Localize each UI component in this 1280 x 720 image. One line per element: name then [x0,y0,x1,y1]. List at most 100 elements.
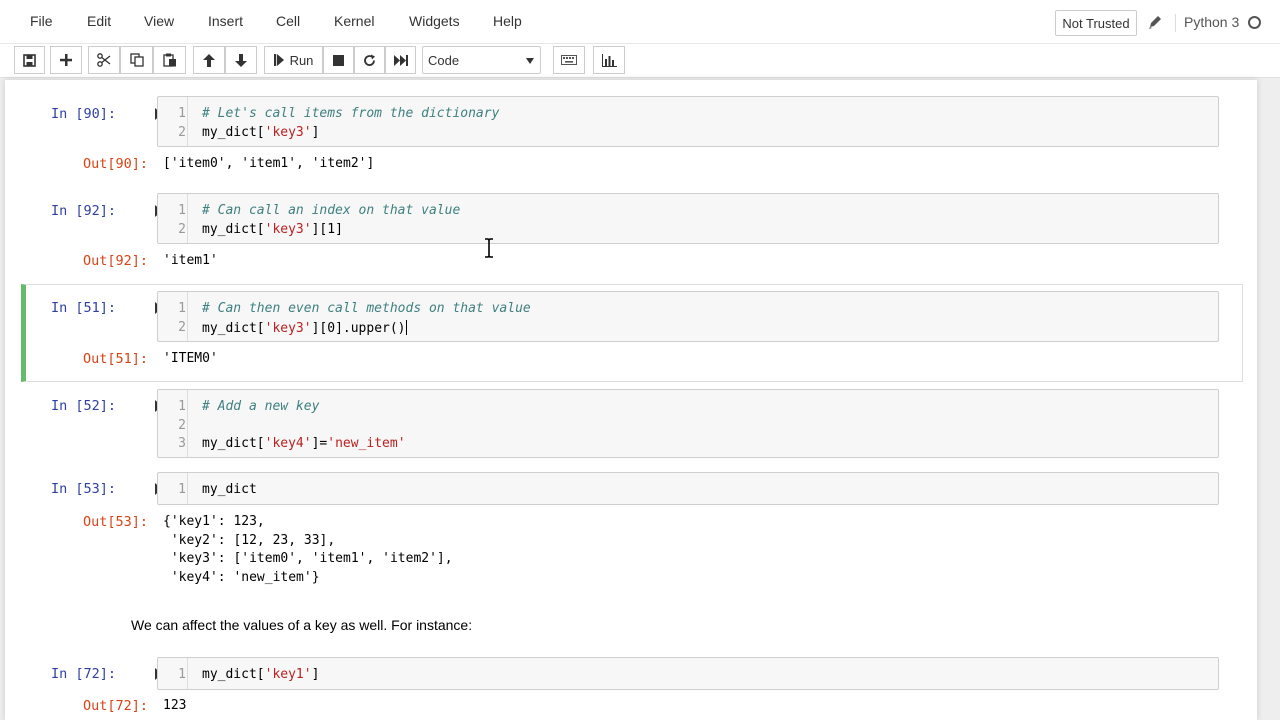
cut-button[interactable] [88,46,120,74]
line-number: 2 [178,319,186,335]
chart-button[interactable] [593,46,625,74]
restart-button[interactable] [354,46,385,74]
notebook-container[interactable]: In [90]: 1 2 # Let's call items from the di… [5,80,1257,720]
menu-insert[interactable]: Insert [208,13,243,29]
line-number-gutter: 1 [158,473,188,504]
line-number: 1 [178,203,186,218]
scrollbar[interactable] [1262,80,1280,720]
stop-icon [333,54,344,66]
arrow-down-icon [235,53,247,67]
kernel-name: Python 3 [1175,14,1239,32]
cell-output: 123 [163,698,187,713]
move-down-button[interactable] [225,46,257,74]
step-forward-icon [273,54,284,66]
save-button[interactable] [14,46,45,74]
code-token: ][0].upper() [311,320,406,336]
cell-output: 'ITEM0' [163,351,218,366]
text-caret [405,319,407,335]
copy-button[interactable] [120,46,153,74]
line-number-gutter: 1 [158,658,188,689]
code-string: 'key3' [264,221,312,237]
code-string: 'key3' [264,320,312,336]
code-line: my_dict['key3'][0].upper() [202,319,407,336]
output-prompt: Out[51]: [83,351,149,367]
code-input-area[interactable]: 1 my_dict [157,472,1219,505]
line-number: 1 [178,482,186,497]
bar-chart-icon [601,53,617,67]
menu-widgets[interactable]: Widgets [409,13,460,29]
code-input-area[interactable]: 1 2 3 # Add a new key my_dict['key4']='new_i… [157,389,1219,458]
menu-bar: File Edit View Insert Cell Kernel Widget… [0,0,1280,44]
code-input-area[interactable]: 1 2 # Let's call items from the dictionary… [157,96,1219,147]
line-number-gutter: 12 [158,194,188,243]
restart-icon [364,54,375,66]
code-line: # Can then even call methods on that val… [202,301,531,316]
pencil-icon[interactable] [1147,12,1163,32]
paste-icon [162,53,176,67]
menu-help[interactable]: Help [493,13,522,29]
output-prompt: Out[53]: [83,514,149,530]
code-string: 'key3' [264,124,312,140]
line-number-gutter: 12 [158,97,188,146]
restart-run-all-button[interactable] [385,46,416,74]
code-token: my_dict[ [202,124,265,140]
line-number-gutter: 1 2 3 [158,390,188,457]
run-button-label: Run [289,52,314,68]
paste-button[interactable] [153,46,186,74]
line-number-gutter: 12 [158,292,188,341]
scissors-icon [97,53,111,67]
input-prompt: In [72]: [51,666,117,682]
code-line: my_dict['key3'][1] [202,222,343,237]
kernel-idle-icon [1248,16,1261,29]
trust-status-button[interactable]: Not Trusted [1055,10,1137,36]
code-line: # Can call an index on that value [202,203,460,218]
line-number: 2 [178,221,186,237]
cell-output: ['item0', 'item1', 'item2'] [163,156,375,171]
code-line: # Let's call items from the dictionary [202,106,499,121]
line-number: 3 [178,436,186,451]
output-prompt: Out[72]: [83,698,149,714]
code-line: my_dict [202,482,257,497]
code-token: my_dict[ [202,320,265,336]
plus-icon [60,54,72,66]
code-line: # Add a new key [202,399,319,414]
run-button[interactable]: Run [264,46,323,74]
code-string: 'new_item' [327,436,406,451]
cell-output: {'key1': 123, 'key2': [12, 23, 33], 'key… [163,514,453,585]
menu-view[interactable]: View [144,13,174,29]
interrupt-button[interactable] [323,46,354,74]
command-palette-button[interactable] [553,46,585,74]
menu-cell[interactable]: Cell [276,13,300,29]
code-input-area[interactable]: 1 2 # Can then even call methods on that v… [157,291,1219,342]
copy-icon [129,53,144,67]
menu-edit[interactable]: Edit [87,13,111,29]
code-string: 'key1' [264,667,312,682]
fast-forward-icon [393,54,408,66]
code-comment: # Add a new key [202,399,320,414]
code-comment: # Can then even call methods on that val… [202,301,531,316]
cell-output: 'item1' [163,253,218,268]
output-prompt: Out[92]: [83,253,149,269]
insert-cell-button[interactable] [50,46,82,74]
code-input-area[interactable]: 1 my_dict['key1'] [157,657,1219,690]
save-icon [23,53,36,67]
code-string: 'key4' [264,436,312,451]
code-token: ] [311,124,320,140]
menu-kernel[interactable]: Kernel [334,13,374,29]
code-token: my_dict[ [202,436,265,451]
line-number: 1 [178,106,186,121]
code-token: my_dict[ [202,221,265,237]
line-number: 1 [178,399,186,414]
line-number: 1 [178,667,186,682]
menu-file[interactable]: File [30,13,53,29]
code-input-area[interactable]: 1 2 # Can call an index on that value my_di… [157,193,1219,244]
code-token: ]= [311,436,328,451]
keyboard-icon [561,55,577,65]
line-number: 1 [178,301,186,316]
code-token: my_dict [202,482,257,497]
code-line: my_dict['key1'] [202,667,319,682]
arrow-up-icon [203,53,215,67]
cell-type-select[interactable]: Code [422,46,541,74]
input-prompt: In [90]: [51,106,117,122]
move-up-button[interactable] [193,46,225,74]
